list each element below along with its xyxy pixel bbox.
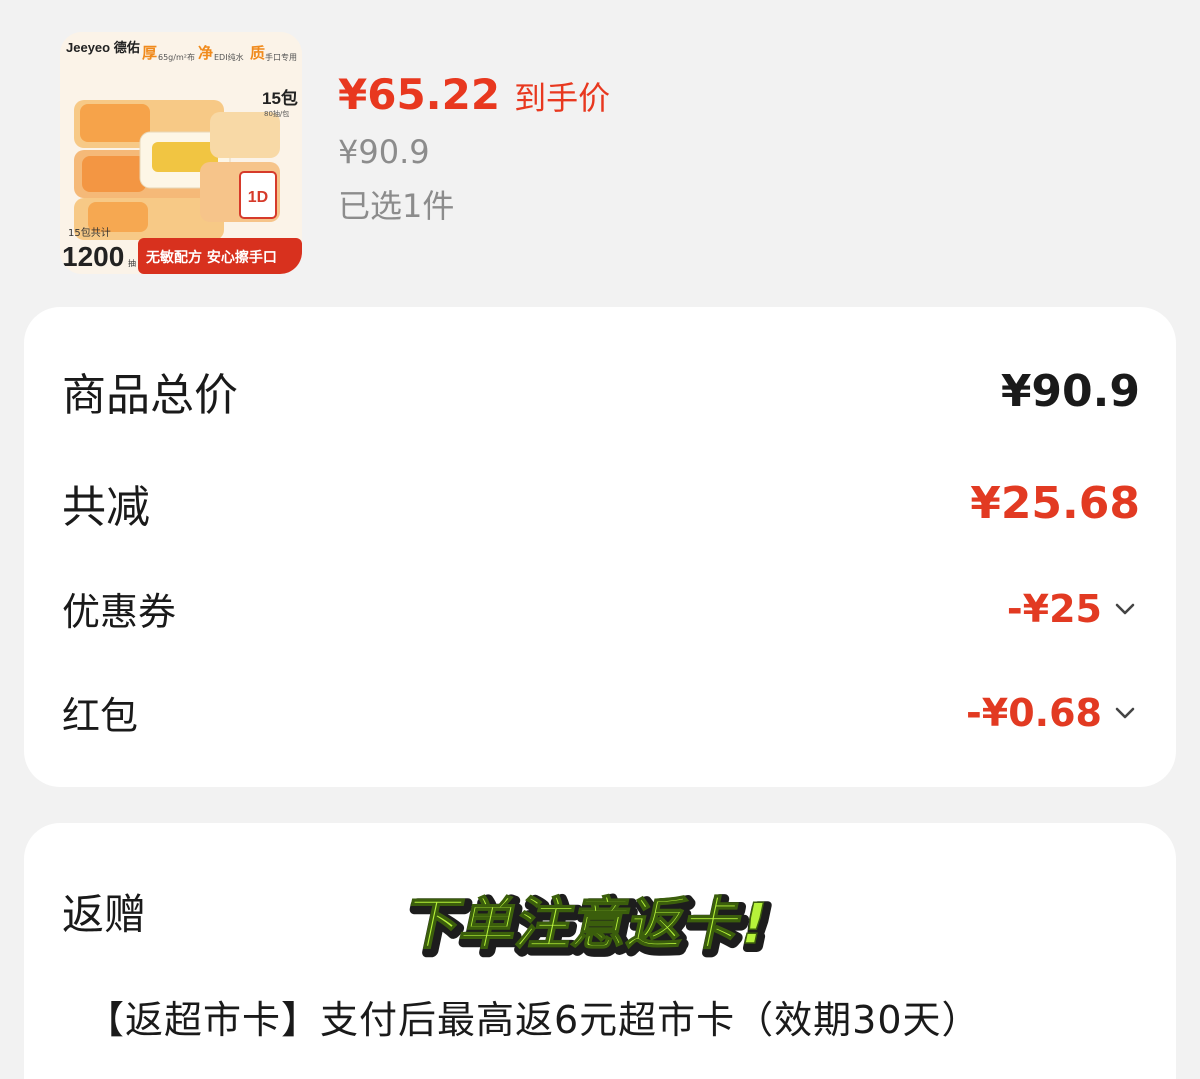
svg-text:80抽/包: 80抽/包 <box>264 109 289 118</box>
reduction-label: 共减 <box>62 482 150 533</box>
promo-banner: 下单注意返卡! 下单注意返卡! <box>394 883 834 977</box>
svg-text:1D: 1D <box>248 189 268 206</box>
reduction-row: 共减 ¥25.68 <box>62 471 1140 535</box>
svg-text:厚: 厚 <box>142 44 157 62</box>
gift-card: 返赠 下单注意返卡! 下单注意返卡! 【返超市卡】支付后最高返6元超市卡（效期3… <box>24 823 1176 1079</box>
red-packet-value: -¥0.68 <box>966 690 1102 735</box>
svg-text:无敏配方 安心擦手口: 无敏配方 安心擦手口 <box>145 249 277 266</box>
gift-description: 【返超市卡】支付后最高返6元超市卡（效期30天） <box>86 998 981 1042</box>
svg-text:手口专用: 手口专用 <box>265 52 297 62</box>
total-price-row: 商品总价 ¥90.9 <box>62 359 1140 423</box>
svg-text:抽: 抽 <box>128 258 136 268</box>
wipes-packs-graphic: 1D <box>74 100 280 240</box>
promo-banner-text: 下单注意返卡! <box>398 892 773 957</box>
svg-text:15包: 15包 <box>262 88 298 108</box>
chevron-down-icon[interactable] <box>1110 594 1140 624</box>
red-packet-row[interactable]: 红包 -¥0.68 <box>62 685 1140 740</box>
svg-text:15包共计: 15包共计 <box>68 226 111 239</box>
svg-text:65g/m²布: 65g/m²布 <box>158 52 195 62</box>
product-image: 1D Jeeyeo 德佑 厚 65g/m²布 净 EDI纯水 质 手口专用 15… <box>60 32 302 274</box>
coupon-label: 优惠券 <box>62 590 177 634</box>
gift-title: 返赠 <box>62 890 147 939</box>
brand-text: Jeeyeo 德佑 <box>66 40 140 55</box>
price-block: ¥65.22 到手价 ¥90.9 已选1件 <box>338 70 611 225</box>
coupon-row[interactable]: 优惠券 -¥25 <box>62 581 1140 636</box>
total-price-label: 商品总价 <box>62 370 238 421</box>
final-price-label: 到手价 <box>514 79 611 117</box>
original-price: ¥90.9 <box>338 133 430 171</box>
svg-text:EDI纯水: EDI纯水 <box>214 52 244 62</box>
total-price-value: ¥90.9 <box>1000 365 1140 417</box>
chevron-down-icon[interactable] <box>1110 698 1140 728</box>
svg-text:净: 净 <box>198 44 213 62</box>
price-summary-card: 商品总价 ¥90.9 共减 ¥25.68 优惠券 -¥25 红包 -¥0.68 <box>24 307 1176 787</box>
red-packet-label: 红包 <box>62 694 139 738</box>
final-price: ¥65.22 <box>338 70 501 119</box>
svg-text:质: 质 <box>250 44 265 62</box>
coupon-value: -¥25 <box>1006 586 1102 631</box>
product-thumbnail[interactable]: 1D Jeeyeo 德佑 厚 65g/m²布 净 EDI纯水 质 手口专用 15… <box>60 32 302 274</box>
svg-text:1200: 1200 <box>62 241 124 272</box>
selected-count: 已选1件 <box>338 187 455 225</box>
reduction-value: ¥25.68 <box>970 477 1140 529</box>
